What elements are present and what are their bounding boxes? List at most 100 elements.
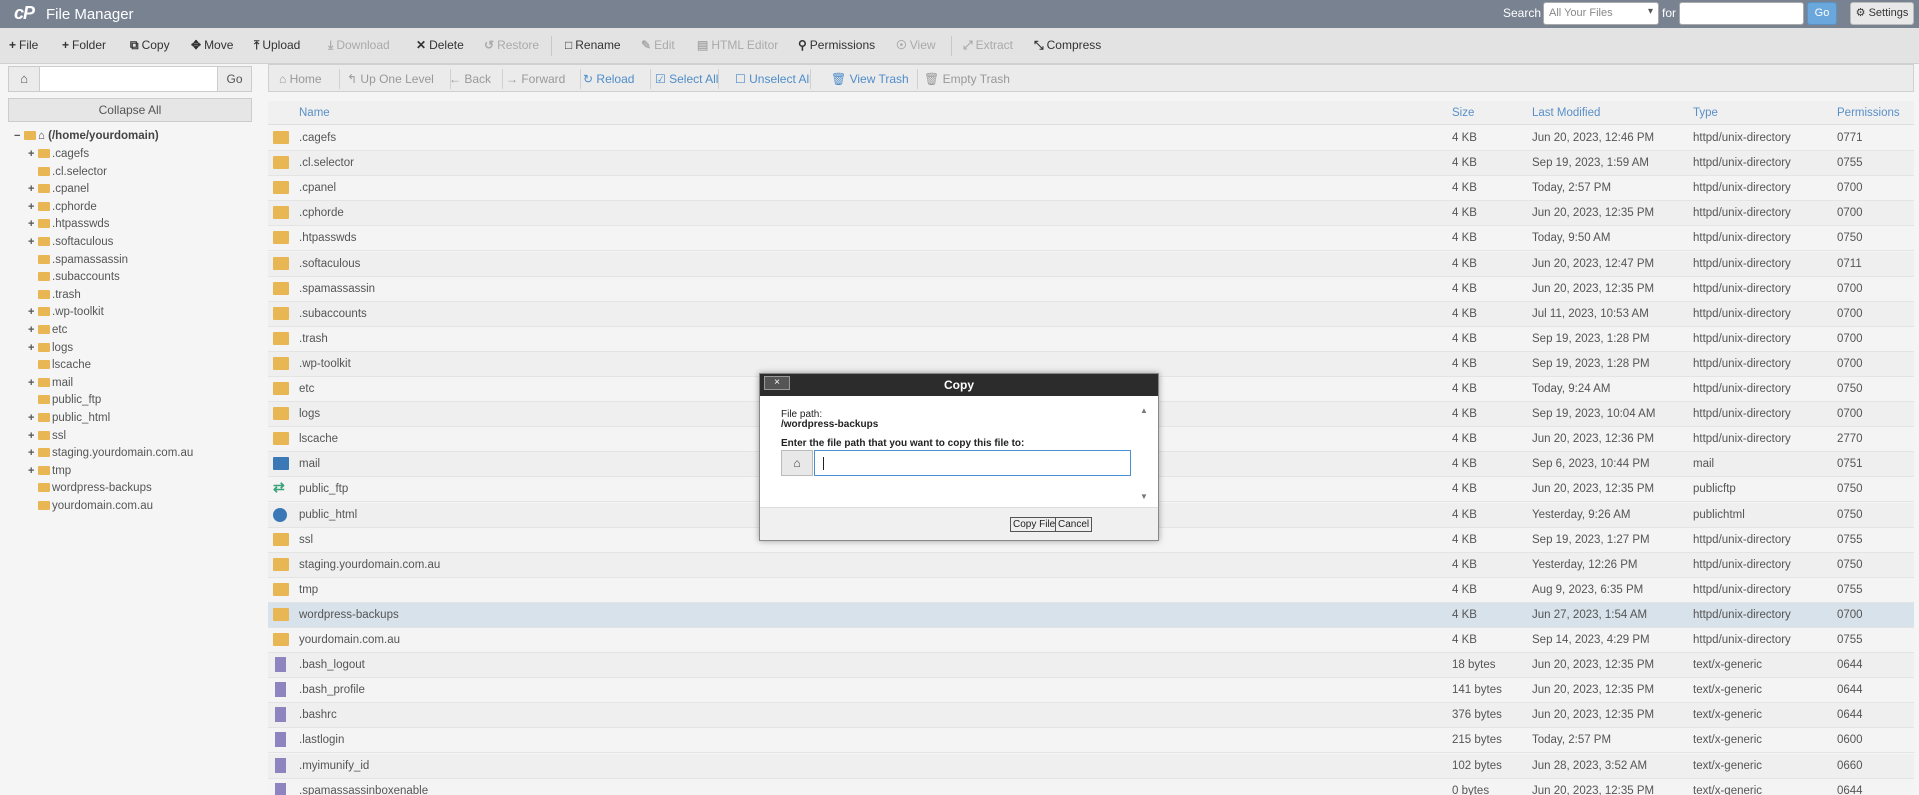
search-go-button[interactable]: Go — [1807, 2, 1837, 25]
tree-item[interactable]: .subaccounts — [28, 271, 120, 289]
tree-item[interactable]: + public_html — [28, 412, 110, 430]
expand-toggle-icon[interactable]: + — [28, 324, 38, 336]
expand-toggle-icon[interactable]: + — [28, 430, 38, 442]
tree-item[interactable]: wordpress-backups — [28, 482, 152, 500]
tree-item[interactable]: public_ftp — [28, 394, 101, 412]
expand-toggle-icon[interactable]: + — [28, 218, 38, 230]
search-input[interactable] — [1679, 2, 1804, 25]
table-row[interactable]: .trash 4 KB Sep 19, 2023, 1:28 PM httpd/uni… — [268, 326, 1914, 352]
edit-button[interactable]: ✎ Edit — [641, 38, 675, 52]
table-row[interactable]: staging.yourdomain.com.au 4 KB Yesterday, … — [268, 552, 1914, 578]
expand-toggle-icon[interactable]: + — [28, 377, 38, 389]
move-button[interactable]: ✥ Move — [191, 38, 233, 52]
expand-toggle-icon[interactable]: + — [28, 447, 38, 459]
new-file-button[interactable]: + File — [9, 38, 38, 52]
html-editor-button[interactable]: ▤ HTML Editor — [697, 38, 778, 52]
table-row[interactable]: .bash_profile 141 bytes Jun 20, 2023, 12:3… — [268, 678, 1914, 704]
tree-item[interactable]: + .cphorde — [28, 201, 97, 219]
tree-item[interactable]: + .htpasswds — [28, 218, 110, 236]
table-row[interactable]: .softaculous 4 KB Jun 20, 2023, 12:47 PM ht… — [268, 251, 1914, 277]
tree-item[interactable]: yourdomain.com.au — [28, 500, 153, 518]
path-go-button[interactable]: Go — [217, 67, 251, 91]
scroll-down-icon[interactable]: ▼ — [1140, 492, 1148, 501]
tree-root[interactable]: − ⌂ (/home/yourdomain) — [14, 130, 159, 148]
tree-item[interactable]: + .wp-toolkit — [28, 306, 104, 324]
tree-item[interactable]: + logs — [28, 342, 73, 360]
home-icon[interactable]: ⌂ — [9, 67, 40, 91]
expand-toggle-icon[interactable]: + — [28, 183, 38, 195]
tree-item[interactable]: + .cagefs — [28, 148, 89, 166]
expand-toggle-icon[interactable]: + — [28, 148, 38, 160]
table-row[interactable]: .cagefs 4 KB Jun 20, 2023, 12:46 PM httpd/u… — [268, 126, 1914, 151]
expand-toggle-icon[interactable]: + — [28, 342, 38, 354]
collapse-all-button[interactable]: Collapse All — [8, 98, 252, 122]
cancel-button[interactable]: Cancel — [1055, 517, 1093, 532]
table-row[interactable]: .bashrc 376 bytes Jun 20, 2023, 12:35 PM te… — [268, 703, 1914, 729]
column-header-permissions[interactable]: Permissions — [1837, 107, 1900, 119]
column-header-last-modified[interactable]: Last Modified — [1532, 107, 1600, 119]
expand-toggle-icon[interactable]: + — [28, 412, 38, 424]
table-row[interactable]: .spamassassinboxenable 0 bytes Jun 20, 202… — [268, 778, 1914, 795]
tree-item[interactable]: + tmp — [28, 465, 71, 483]
expand-toggle-icon[interactable]: + — [28, 465, 38, 477]
rename-button[interactable]: □ Rename — [565, 38, 621, 52]
table-row[interactable]: .lastlogin 215 bytes Today, 2:57 PM text/x-… — [268, 728, 1914, 754]
view-button[interactable]: ☉ View — [896, 38, 936, 52]
view-trash-button[interactable]: 🗑 View Trash — [831, 72, 909, 86]
close-icon[interactable]: × — [764, 376, 790, 390]
download-button[interactable]: ⤓ Download — [328, 38, 390, 53]
delete-button[interactable]: ✕ Delete — [416, 38, 464, 52]
expand-toggle-icon[interactable]: + — [28, 201, 38, 213]
column-header-name[interactable]: Name — [299, 107, 330, 119]
table-row[interactable]: .myimunify_id 102 bytes Jun 28, 2023, 3:52… — [268, 753, 1914, 779]
table-row[interactable]: .spamassassin 4 KB Jun 20, 2023, 12:35 PM h… — [268, 276, 1914, 302]
table-row[interactable]: .subaccounts 4 KB Jul 11, 2023, 10:53 AM ht… — [268, 301, 1914, 327]
scroll-up-icon[interactable]: ▲ — [1140, 406, 1148, 415]
compress-button[interactable]: ⤡ Compress — [1034, 38, 1101, 53]
new-folder-label: Folder — [72, 38, 107, 52]
search-scope-select[interactable]: All Your Files ▾ — [1543, 2, 1659, 25]
tree-item[interactable]: + etc — [28, 324, 67, 342]
unselect-all-button[interactable]: ☐ Unselect All — [735, 72, 812, 86]
collapse-toggle-icon[interactable]: − — [14, 130, 24, 142]
up-one-level-button[interactable]: ↰ Up One Level — [347, 72, 434, 86]
new-folder-button[interactable]: + Folder — [62, 38, 106, 52]
dialog-scrollbar[interactable]: ▲ ▼ — [1140, 406, 1150, 502]
table-row[interactable]: .htpasswds 4 KB Today, 9:50 AM httpd/unix-d… — [268, 226, 1914, 252]
tree-item[interactable]: lscache — [28, 359, 91, 377]
tree-item[interactable]: + .softaculous — [28, 236, 113, 254]
empty-trash-button[interactable]: 🗑 Empty Trash — [924, 72, 1010, 86]
settings-button[interactable]: ⚙ Settings — [1850, 2, 1914, 25]
nav-home-button[interactable]: ⌂ Home — [279, 72, 322, 86]
restore-button[interactable]: ↺ Restore — [484, 38, 539, 52]
tree-item[interactable]: + .cpanel — [28, 183, 89, 201]
tree-item[interactable]: + mail — [28, 377, 73, 395]
copy-button[interactable]: ⧉ Copy — [130, 38, 170, 53]
table-row[interactable]: tmp 4 KB Aug 9, 2023, 6:35 PM httpd/unix-di… — [268, 577, 1914, 603]
table-row[interactable]: yourdomain.com.au 4 KB Sep 14, 2023, 4:29 … — [268, 628, 1914, 653]
permissions-button[interactable]: ⚲ Permissions — [798, 38, 875, 52]
tree-item[interactable]: .trash — [28, 289, 81, 307]
table-row[interactable]: .cphorde 4 KB Jun 20, 2023, 12:35 PM httpd/… — [268, 201, 1914, 227]
table-row[interactable]: .cpanel 4 KB Today, 2:57 PM httpd/unix-dire… — [268, 176, 1914, 202]
select-all-button[interactable]: ☑ Select All — [655, 72, 718, 86]
extract-button[interactable]: ⤢ Extract — [963, 38, 1013, 53]
tree-item-label: .wp-toolkit — [52, 306, 104, 319]
expand-toggle-icon[interactable]: + — [28, 306, 38, 318]
column-header-size[interactable]: Size — [1452, 107, 1474, 119]
column-header-type[interactable]: Type — [1693, 107, 1718, 119]
tree-item[interactable]: + staging.yourdomain.com.au — [28, 447, 193, 465]
table-row[interactable]: wordpress-backups 4 KB Jun 27, 2023, 1:54 … — [268, 602, 1914, 628]
back-button[interactable]: ← Back — [449, 72, 491, 86]
expand-toggle-icon[interactable]: + — [28, 236, 38, 248]
reload-button[interactable]: ↻ Reload — [583, 72, 634, 86]
table-row[interactable]: .bash_logout 18 bytes Jun 20, 2023, 12:35 … — [268, 653, 1914, 679]
table-row[interactable]: .cl.selector 4 KB Sep 19, 2023, 1:59 AM htt… — [268, 151, 1914, 177]
tree-item[interactable]: .cl.selector — [28, 166, 107, 184]
upload-button[interactable]: ⤒ Upload — [254, 38, 300, 53]
tree-item[interactable]: .spamassassin — [28, 254, 128, 272]
tree-item[interactable]: + ssl — [28, 430, 66, 448]
destination-path-input[interactable] — [814, 450, 1131, 476]
destination-path-box: ⌂ — [781, 450, 1131, 476]
forward-button[interactable]: → Forward — [506, 72, 565, 86]
